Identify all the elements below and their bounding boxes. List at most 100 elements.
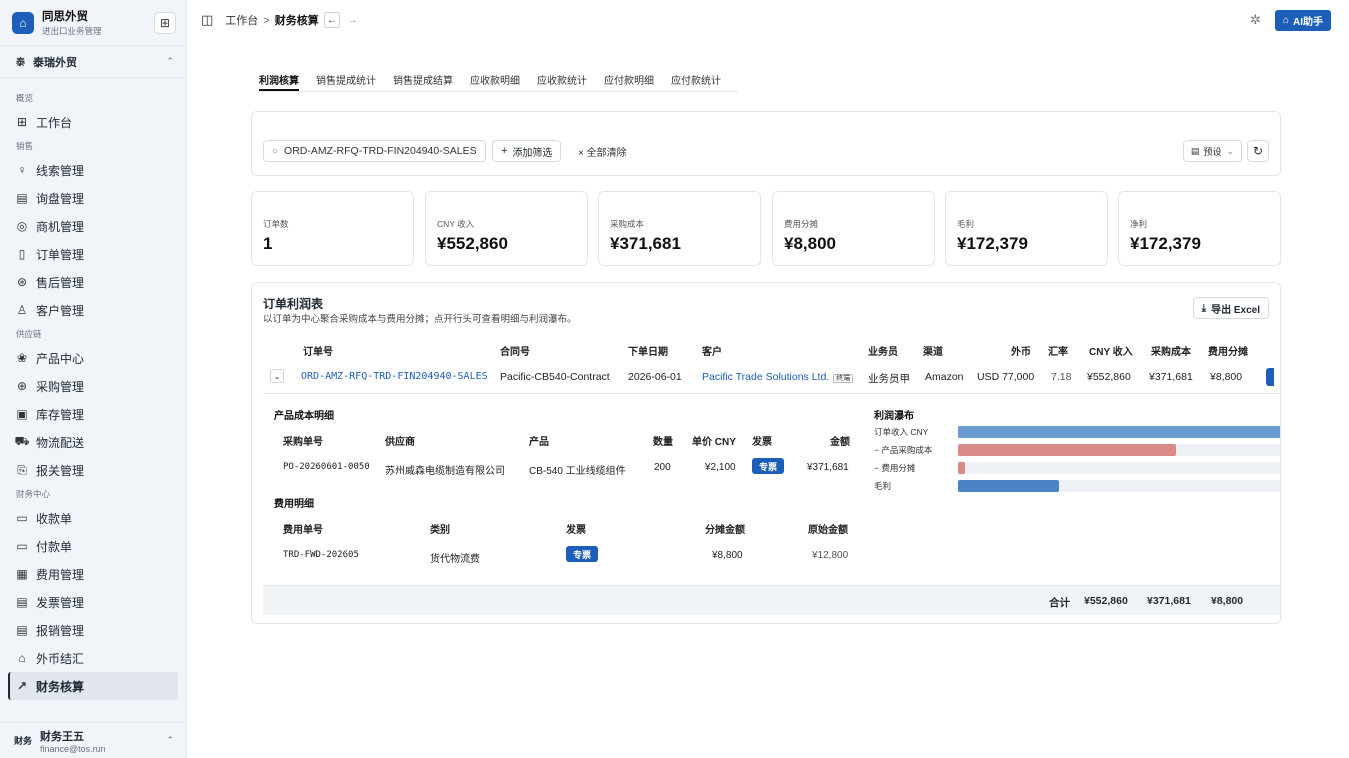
truck-icon: ⛟ <box>14 434 30 448</box>
chevron-down-icon[interactable]: ⌄ <box>270 369 284 383</box>
tab-profit[interactable]: 利润核算 <box>259 68 299 91</box>
col-cny-income[interactable]: CNY 收入 <box>1089 343 1133 358</box>
sidebar-item-label: 外币结汇 <box>36 651 85 666</box>
sidebar-item-workbench[interactable]: ⊞ 工作台 <box>0 108 186 136</box>
sidebar-item-purchase[interactable]: ⊕ 采购管理 <box>0 372 186 400</box>
download-icon: ⤓ <box>1201 302 1207 314</box>
sidebar-item-leads[interactable]: ♀ 线索管理 <box>0 156 186 184</box>
col-rate[interactable]: 汇率 <box>1048 343 1068 358</box>
customer-link[interactable]: Pacific Trade Solutions Ltd. <box>702 371 829 383</box>
breadcrumb-separator: > <box>263 15 270 27</box>
sidebar-item-accounting[interactable]: ↗ 财务核算 <box>8 672 178 700</box>
pc-col-product: 产品 <box>529 437 549 448</box>
nav-group-overview: 概览 <box>16 93 34 103</box>
sidebar-item-customers[interactable]: ♙ 客户管理 <box>0 296 186 324</box>
app-grid-icon[interactable]: ⊞ <box>154 11 176 34</box>
table-row[interactable]: ⌄ ORD-AMZ-RFQ-TRD-FIN204940-SALES Pacifi… <box>263 367 1280 389</box>
waterfall-bar-gross <box>958 480 1060 492</box>
col-channel[interactable]: 渠道 <box>923 343 943 358</box>
bug-icon[interactable]: ✲ <box>1250 12 1261 28</box>
sidebar-item-receipts[interactable]: ▭ 收款单 <box>0 504 186 532</box>
table-total-row: 合计 ¥552,860 ¥371,681 ¥8,800 <box>263 585 1280 615</box>
tab-commission-stats[interactable]: 销售提成统计 <box>316 68 376 91</box>
col-fx-amount[interactable]: 外币 <box>1011 343 1031 358</box>
col-customer[interactable]: 客户 <box>702 343 722 358</box>
stat-label: 费用分摊 <box>784 219 819 229</box>
sidebar-item-customs[interactable]: ⎘ 报关管理 <box>0 456 186 484</box>
stat-card-net-profit: 净利 ¥172,379 <box>1118 191 1281 266</box>
ed-no[interactable]: TRD-FWD-202605 <box>283 550 359 560</box>
col-salesperson[interactable]: 业务员 <box>868 343 898 358</box>
sidebar-item-label: 付款单 <box>36 539 73 554</box>
sidebar-item-inventory[interactable]: ▣ 库存管理 <box>0 400 186 428</box>
col-expense-alloc[interactable]: 费用分摊 <box>1208 343 1248 358</box>
sidebar-toggle-icon[interactable]: ◫ <box>201 12 213 28</box>
stat-value: ¥172,379 <box>957 234 1028 253</box>
waterfall-label-expense: − 费用分摊 <box>874 463 916 473</box>
topbar: ◫ 工作台 > 财务核算 ← → ✲ ⌂ AI助手 <box>187 0 1349 40</box>
sidebar-item-fx[interactable]: ⌂ 外币结汇 <box>0 644 186 672</box>
total-expense-alloc: ¥8,800 <box>1211 595 1244 607</box>
back-arrow-icon[interactable]: ← <box>323 12 340 28</box>
customer-cell: Pacific Trade Solutions Ltd. 终端 <box>702 371 854 383</box>
customs-icon: ⎘ <box>17 462 27 477</box>
tab-commission-settlement[interactable]: 销售提成结算 <box>393 68 453 91</box>
order-no-link[interactable]: ORD-AMZ-RFQ-TRD-FIN204940-SALES <box>301 371 488 382</box>
sidebar-item-label: 线索管理 <box>36 163 85 178</box>
sidebar-item-label: 售后管理 <box>36 275 85 290</box>
refresh-icon: ↻ <box>1252 144 1264 158</box>
add-filter-label: 添加筛选 <box>512 147 553 159</box>
col-order-date[interactable]: 下单日期 <box>628 343 668 358</box>
col-order-no[interactable]: 订单号 <box>303 343 333 358</box>
sidebar-item-inquiry[interactable]: ▤ 询盘管理 <box>0 184 186 212</box>
ai-assistant-button[interactable]: ⌂ AI助手 <box>1274 9 1331 31</box>
breadcrumb: 工作台 > 财务核算 <box>225 12 318 28</box>
tab-payable-stats[interactable]: 应付款统计 <box>671 68 721 91</box>
sidebar-item-logistics[interactable]: ⛟ 物流配送 <box>0 428 186 456</box>
sidebar-item-opportunity[interactable]: ◎ 商机管理 <box>0 212 186 240</box>
profit-table-card: 订单利润表 以订单为中心聚合采购成本与费用分摊；点开行头可查看明细与利润瀑布。 … <box>251 282 1281 624</box>
stat-card-cny-income: CNY 收入 ¥552,860 <box>425 191 588 266</box>
tab-receivable-detail[interactable]: 应收款明细 <box>470 68 520 91</box>
add-filter-button[interactable]: + 添加筛选 <box>492 140 562 162</box>
refresh-button[interactable]: ↻ <box>1247 140 1269 162</box>
stat-value: ¥172,379 <box>1130 234 1201 253</box>
sidebar-item-invoices[interactable]: ▤ 发票管理 <box>0 588 186 616</box>
waterfall-track <box>958 426 1280 438</box>
col-purchase-cost[interactable]: 采购成本 <box>1151 343 1191 358</box>
stat-value: ¥552,860 <box>437 234 508 253</box>
sidebar-item-orders[interactable]: ▯ 订单管理 <box>0 240 186 268</box>
search-input[interactable]: ○ ORD-AMZ-RFQ-TRD-FIN204940-SALES <box>263 140 486 162</box>
contract-no: Pacific-CB540-Contract <box>500 371 610 383</box>
org-switcher[interactable]: 泰 泰瑞外贸 ⌃ <box>0 46 186 78</box>
sidebar-item-products[interactable]: ❀ 产品中心 <box>0 344 186 372</box>
sidebar-item-expenses[interactable]: ▦ 费用管理 <box>0 560 186 588</box>
clear-all-button[interactable]: × 全部清除 <box>578 144 627 159</box>
row-action-pill[interactable] <box>1266 368 1274 386</box>
preset-dropdown[interactable]: ▤ 预设 ⌄ <box>1182 140 1242 162</box>
user-menu[interactable]: 财务 财务王五 finance@tos.run ⌃ <box>0 722 186 758</box>
pc-qty: 200 <box>654 462 671 473</box>
forward-arrow-icon[interactable]: → <box>345 12 361 28</box>
tab-payable-detail[interactable]: 应付款明细 <box>604 68 654 91</box>
receipt-icon: ▦ <box>16 567 28 581</box>
tab-receivable-stats[interactable]: 应收款统计 <box>537 68 587 91</box>
stat-value: ¥8,800 <box>784 234 836 253</box>
stat-card-expense: 费用分摊 ¥8,800 <box>772 191 935 266</box>
col-contract-no[interactable]: 合同号 <box>500 343 530 358</box>
sidebar-item-payments[interactable]: ▭ 付款单 <box>0 532 186 560</box>
sidebar-item-aftersales[interactable]: ⊛ 售后管理 <box>0 268 186 296</box>
export-excel-button[interactable]: ⤓ 导出 Excel <box>1192 297 1269 319</box>
breadcrumb-root[interactable]: 工作台 <box>225 15 258 27</box>
grid-icon: ⊞ <box>16 115 28 129</box>
stat-card-orders: 订单数 1 <box>251 191 414 266</box>
box-icon: ❀ <box>16 351 28 365</box>
pc-po[interactable]: PO-20260601-0050 <box>283 462 370 472</box>
pc-amount: ¥371,681 <box>807 462 849 473</box>
nav-group-sales: 销售 <box>16 141 34 151</box>
filter-bar: ○ ORD-AMZ-RFQ-TRD-FIN204940-SALES + 添加筛选 ×… <box>251 111 1281 176</box>
search-value: ORD-AMZ-RFQ-TRD-FIN204940-SALES <box>284 145 477 157</box>
document-icon: ▯ <box>18 247 26 261</box>
sidebar-item-reimburse[interactable]: ▤ 报销管理 <box>0 616 186 644</box>
waterfall-label-gross: 毛利 <box>874 481 892 491</box>
